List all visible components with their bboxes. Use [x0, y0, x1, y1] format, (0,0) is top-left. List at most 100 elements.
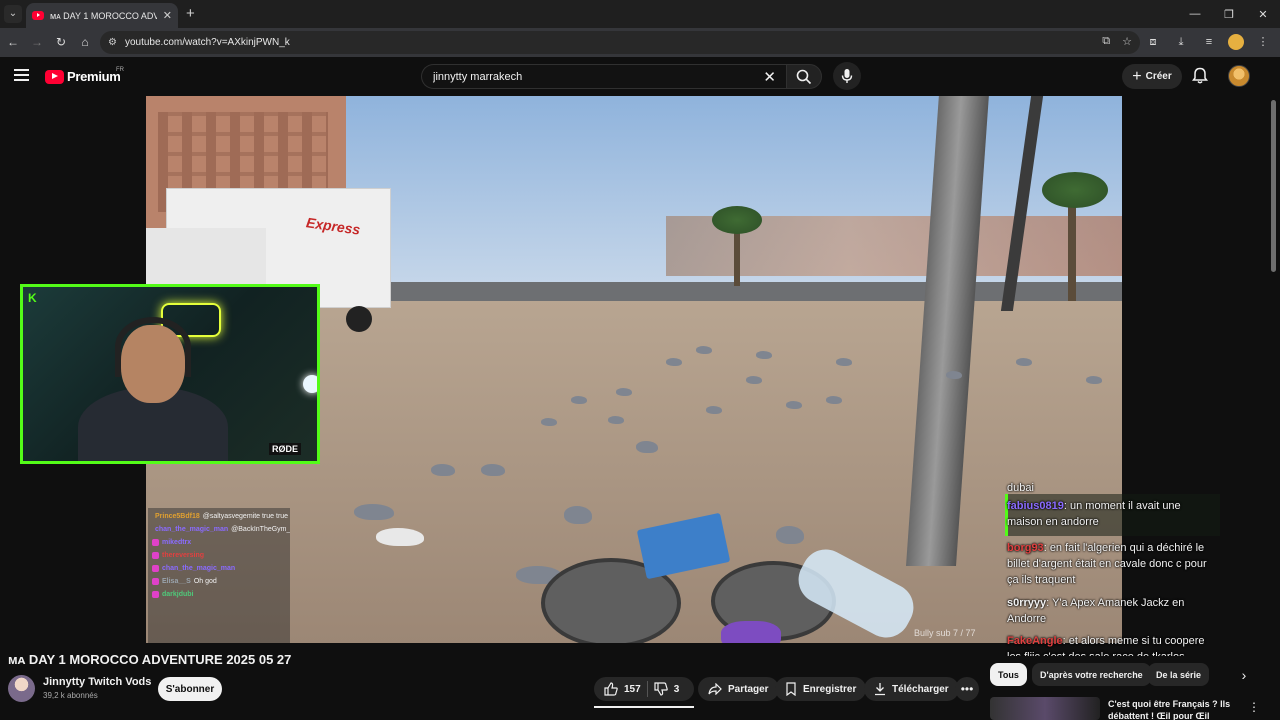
extensions-icon[interactable]: ⧈: [1144, 33, 1162, 51]
chat-right-username: fabius0819: [1007, 500, 1064, 512]
install-app-icon[interactable]: ⧉: [1102, 35, 1110, 48]
chat-right-username: s0rryyy: [1007, 597, 1047, 609]
pigeon: [636, 441, 658, 453]
create-button[interactable]: + Créer: [1122, 64, 1182, 89]
pigeon: [564, 506, 592, 524]
chat-left-username: darkjdubi: [162, 591, 194, 598]
dislike-count: 3: [673, 683, 680, 695]
window-close-icon[interactable]: ✕: [1246, 0, 1280, 28]
plus-icon: +: [1132, 67, 1142, 85]
save-button[interactable]: Enregistrer: [775, 677, 867, 701]
pigeon: [786, 401, 802, 409]
chat-left-text: @saltyasvegemite true true: [202, 513, 289, 520]
headset-icon: [115, 317, 191, 377]
stream-chat-left: Prince5Bdf18 @saltyasvegemite true true ch…: [148, 508, 290, 643]
youtube-masthead: Premium FR ✕ + Créer: [0, 57, 1280, 96]
subscribe-button[interactable]: S'abonner: [158, 677, 222, 701]
omnibox-actions: ⧉ ☆: [1102, 35, 1132, 48]
chat-left-username: mikedtrx: [162, 539, 192, 546]
share-icon: [708, 683, 722, 695]
bookmark-star-icon[interactable]: ☆: [1122, 35, 1132, 48]
thumbs-down-icon: [654, 682, 668, 696]
pigeon: [946, 371, 962, 379]
chat-left-list: Prince5Bdf18 @saltyasvegemite true true ch…: [152, 510, 290, 601]
browser-tab-active[interactable]: ᴍᴀ DAY 1 MOROCCO ADVENTURE 2025 05 27 ✕: [26, 3, 178, 28]
chat-right-message: fabius0819: un moment il avait une maiso…: [1007, 498, 1219, 530]
address-bar[interactable]: ⚙ youtube.com/watch?v=AXkinjPWN_k ⧉ ☆: [100, 31, 1140, 54]
new-tab-button[interactable]: +: [186, 5, 195, 23]
voice-search-button[interactable]: [833, 62, 861, 90]
pigeon: [541, 418, 557, 426]
dislike-button[interactable]: 3: [654, 682, 680, 696]
forward-icon[interactable]: →: [28, 33, 46, 51]
like-button[interactable]: 157: [604, 682, 641, 696]
chat-left-message: chan_the_magic_man @BackInTheGym_: [152, 523, 290, 536]
chip-from-search[interactable]: D'après votre recherche: [1032, 663, 1151, 686]
url-text: youtube.com/watch?v=AXkinjPWN_k: [124, 37, 290, 48]
thumbs-up-icon: [604, 682, 618, 696]
channel-name[interactable]: Jinnytty Twitch Vods: [43, 676, 151, 688]
pigeon: [826, 396, 842, 404]
home-icon[interactable]: ⌂: [76, 33, 94, 51]
kick-logo-icon: K: [28, 291, 37, 305]
tab-search-button[interactable]: ⌄: [4, 5, 22, 23]
chat-right-message: s0rryyy: Y'a Apex Amanek Jackz en Andorr…: [1007, 595, 1219, 627]
chat-left-username: chan_the_magic_man: [155, 526, 229, 533]
pigeon: [836, 358, 852, 366]
search-button[interactable]: [786, 64, 822, 89]
pigeon: [608, 416, 624, 424]
browser-tab-strip: ⌄ ᴍᴀ DAY 1 MOROCCO ADVENTURE 2025 05 27 …: [0, 0, 1280, 28]
mic-brand-label: RØDE: [269, 443, 302, 455]
palm-leaves: [1042, 172, 1108, 208]
browser-profile-icon[interactable]: [1228, 34, 1244, 50]
account-avatar[interactable]: [1228, 65, 1250, 87]
chip-from-series[interactable]: De la série: [1148, 663, 1210, 686]
youtube-premium-logo[interactable]: Premium: [45, 69, 121, 84]
chat-badge-icon: [152, 552, 159, 559]
page-scrollbar-thumb[interactable]: [1271, 100, 1276, 272]
video-title: ᴍᴀ DAY 1 MOROCCO ADVENTURE 2025 05 27: [8, 652, 292, 667]
download-label: Télécharger: [892, 683, 949, 695]
chat-badge-icon: [152, 539, 159, 546]
recommended-title[interactable]: C'est quoi être Français ? Ils débattent…: [1108, 698, 1240, 720]
reload-icon[interactable]: ↻: [52, 33, 70, 51]
downloads-icon[interactable]: ⤓: [1172, 33, 1190, 51]
truck-wheel: [346, 306, 372, 332]
chat-left-username: thereversing: [162, 552, 205, 559]
download-button[interactable]: Télécharger: [864, 677, 959, 701]
ring-light: [303, 375, 317, 393]
channel-avatar[interactable]: [8, 675, 35, 702]
pigeon: [696, 346, 712, 354]
palm-leaves: [712, 206, 762, 234]
like-divider: [646, 681, 648, 697]
minimize-icon[interactable]: —: [1178, 0, 1212, 28]
search-input[interactable]: [433, 70, 758, 83]
clear-search-icon[interactable]: ✕: [763, 68, 776, 86]
site-info-icon[interactable]: ⚙: [108, 37, 117, 48]
chip-all[interactable]: Tous: [990, 663, 1027, 686]
recommended-menu-icon[interactable]: ⋮: [1248, 700, 1260, 714]
chat-left-username: Prince5Bdf18: [155, 513, 200, 520]
browser-menu-icon[interactable]: ⋮: [1254, 33, 1272, 51]
restore-icon[interactable]: ❐: [1212, 0, 1246, 28]
share-button[interactable]: Partager: [698, 677, 779, 701]
tab-title: ᴍᴀ DAY 1 MOROCCO ADVENTURE 2025 05 27: [50, 10, 157, 21]
notifications-button[interactable]: [1190, 65, 1210, 87]
search-box: ✕: [421, 64, 787, 89]
back-icon[interactable]: ←: [4, 33, 22, 51]
media-controls-icon[interactable]: ≡: [1200, 33, 1218, 51]
guide-menu-icon[interactable]: [14, 69, 29, 81]
chat-left-message: Elisa__S Oh god: [152, 575, 286, 588]
webcam-overlay: K RØDE: [20, 284, 320, 464]
chat-left-username: Elisa__S: [162, 578, 191, 585]
more-actions-icon[interactable]: •••: [955, 677, 979, 701]
close-tab-icon[interactable]: ✕: [163, 9, 172, 22]
recommended-thumbnail[interactable]: [990, 697, 1100, 720]
pigeon: [431, 464, 455, 476]
youtube-play-icon: [45, 69, 64, 84]
purple-cloth: [721, 621, 781, 643]
subscriber-count: 39,2 k abonnés: [43, 691, 98, 700]
like-progress-underline: [594, 706, 694, 708]
chat-right-message: FakeAngle: et alors meme si tu coopere l…: [1007, 633, 1219, 656]
chevron-right-icon[interactable]: ›: [1234, 664, 1254, 686]
